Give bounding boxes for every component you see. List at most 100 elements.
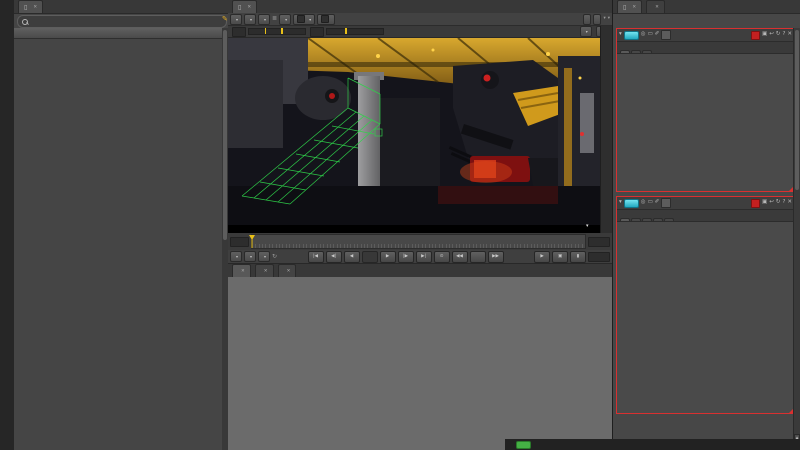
tab-deform[interactable]	[653, 218, 663, 221]
close-icon[interactable]: ✕	[787, 32, 792, 38]
close-icon[interactable]: ✕	[655, 5, 659, 10]
enable-toggle[interactable]	[623, 30, 639, 40]
tab-node2[interactable]	[664, 218, 674, 221]
step-forward-button[interactable]: |▶	[397, 250, 414, 263]
step-back-button[interactable]: ◀	[343, 250, 360, 263]
param-group-tabs	[617, 210, 794, 222]
state-icon[interactable]: ◎	[641, 32, 646, 38]
state-icon[interactable]: ◎	[641, 200, 646, 206]
status-bar	[505, 439, 800, 450]
buffer-b-badge	[321, 15, 330, 23]
viewport-3d[interactable]: ▾	[228, 38, 600, 233]
next-keyframe-button[interactable]: ▶|	[415, 250, 432, 263]
buffer-a-dropdown[interactable]	[293, 13, 316, 25]
close-icon[interactable]: ✕	[241, 269, 245, 274]
zoom-level[interactable]	[583, 13, 592, 25]
undo-button[interactable]: ↩	[769, 32, 774, 38]
loop-icon[interactable]: ↻	[272, 253, 277, 260]
jump-forward-button[interactable]: ▶▶	[487, 250, 504, 263]
tab-look[interactable]	[631, 50, 641, 53]
properties-panel: ▯ ✕ ✕ ▾ ◎ ▭ ✐ ▣ ↩ ↻ ? ✕ ▾ ◎ ▭ ✐ ▣ ↩ ↻ ? …	[612, 0, 800, 450]
render-button[interactable]: ▶	[534, 250, 551, 263]
minimize-icon[interactable]: ▭	[648, 32, 653, 38]
edit-icon[interactable]: ✐	[655, 32, 660, 38]
tab-node[interactable]	[642, 50, 652, 53]
fstop-value[interactable]	[232, 26, 246, 37]
gamma-slider[interactable]	[326, 28, 384, 35]
tf-dropdown[interactable]	[244, 251, 257, 262]
scene-graph-column-header[interactable]	[14, 28, 222, 39]
tab-dope-sheet[interactable]: ✕	[277, 264, 297, 277]
close-icon[interactable]: ✕	[787, 200, 792, 206]
chevron-down-icon[interactable]: ▾	[603, 16, 605, 22]
scene-graph-search-input[interactable]	[17, 15, 227, 28]
timeline-ruler[interactable]	[249, 234, 586, 249]
help-button[interactable]: ?	[782, 200, 785, 206]
frame-out-field[interactable]	[588, 251, 611, 262]
colorspace-dropdown[interactable]	[279, 13, 292, 25]
edit-icon[interactable]: ✐	[655, 200, 660, 206]
pixel-ratio[interactable]	[593, 13, 602, 25]
undo-button[interactable]: ↩	[769, 200, 774, 206]
help-button[interactable]: ?	[782, 32, 785, 38]
ignore-button[interactable]	[751, 198, 761, 208]
disclosure-triangle-icon[interactable]: ▾	[619, 32, 622, 38]
close-icon[interactable]: ✕	[33, 5, 37, 10]
ignore-button[interactable]	[751, 30, 761, 40]
tab-lens-distortion[interactable]	[642, 218, 652, 221]
channel-dropdown[interactable]	[230, 13, 243, 25]
chevron-down-icon[interactable]: ▾	[586, 223, 589, 229]
pencil-icon[interactable]: ✎	[222, 15, 228, 23]
close-icon[interactable]: ✕	[632, 5, 636, 10]
frame-start-field[interactable]	[230, 236, 249, 247]
close-icon[interactable]: ✕	[247, 5, 251, 10]
duplicate-button[interactable]: ▣	[762, 32, 767, 38]
tab-node-graph[interactable]: ✕	[232, 264, 251, 277]
gamma-value[interactable]	[310, 26, 324, 37]
stop-button[interactable]: ▣	[552, 250, 569, 263]
scope-dropdown[interactable]	[258, 251, 271, 262]
reset-button[interactable]: ↻	[776, 200, 781, 206]
buffer-b-chip[interactable]	[317, 13, 336, 25]
current-frame-display[interactable]	[361, 250, 378, 263]
jump-back-button[interactable]: ◀◀	[451, 250, 468, 263]
display-dropdown[interactable]	[258, 13, 271, 25]
frame-increment-field[interactable]	[469, 250, 486, 263]
play-button[interactable]: ▶	[379, 250, 396, 263]
tab-geotransform[interactable]	[620, 50, 630, 53]
tab-curve-editor[interactable]: ✕	[254, 264, 274, 277]
node-name-field[interactable]	[661, 198, 672, 208]
close-icon[interactable]: ✕	[264, 269, 268, 274]
properties-scrollbar[interactable]: ▲ ▼	[793, 28, 800, 450]
tab-geocard[interactable]	[620, 218, 630, 221]
lens-dropdown[interactable]	[579, 26, 592, 37]
layer-dropdown[interactable]	[244, 13, 257, 25]
scene-graph-tabbar: ▯ ✕	[14, 0, 228, 14]
tab-viewer1[interactable]: ▯ ✕	[232, 0, 258, 13]
param-rows	[617, 54, 794, 56]
node-graph-canvas[interactable]	[228, 277, 612, 450]
prev-keyframe-button[interactable]: ◀|	[325, 250, 342, 263]
reset-button[interactable]: ↻	[776, 32, 781, 38]
fps-dropdown[interactable]	[230, 251, 243, 262]
tab-scene-graph[interactable]: ▯ ✕	[18, 0, 44, 13]
close-icon[interactable]: ✕	[287, 269, 291, 274]
duplicate-button[interactable]: ▣	[762, 200, 767, 206]
param-group-header: ▾ ◎ ▭ ✐ ▣ ↩ ↻ ? ✕	[617, 29, 794, 42]
minimize-icon[interactable]: ▭	[648, 200, 653, 206]
tab-background-renders[interactable]: ✕	[646, 0, 665, 13]
enable-toggle[interactable]	[623, 198, 639, 208]
viewer-tabbar: ▯ ✕	[228, 0, 612, 14]
document-icon: ▯	[238, 3, 242, 11]
go-to-start-button[interactable]: |◀	[307, 250, 324, 263]
tab-properties[interactable]: ▯ ✕	[617, 0, 643, 13]
chevron-down-icon[interactable]: ▾	[608, 16, 610, 22]
lock-icon[interactable]: ▮	[570, 250, 587, 263]
exposure-slider[interactable]	[248, 28, 306, 35]
frame-end-field[interactable]	[588, 236, 610, 247]
tab-transform[interactable]	[631, 218, 641, 221]
go-to-end-button[interactable]: ⊙	[433, 250, 450, 263]
disclosure-triangle-icon[interactable]: ▾	[619, 200, 622, 206]
node-name-field[interactable]	[661, 30, 672, 40]
lut-icon[interactable]: ≣	[272, 16, 277, 22]
